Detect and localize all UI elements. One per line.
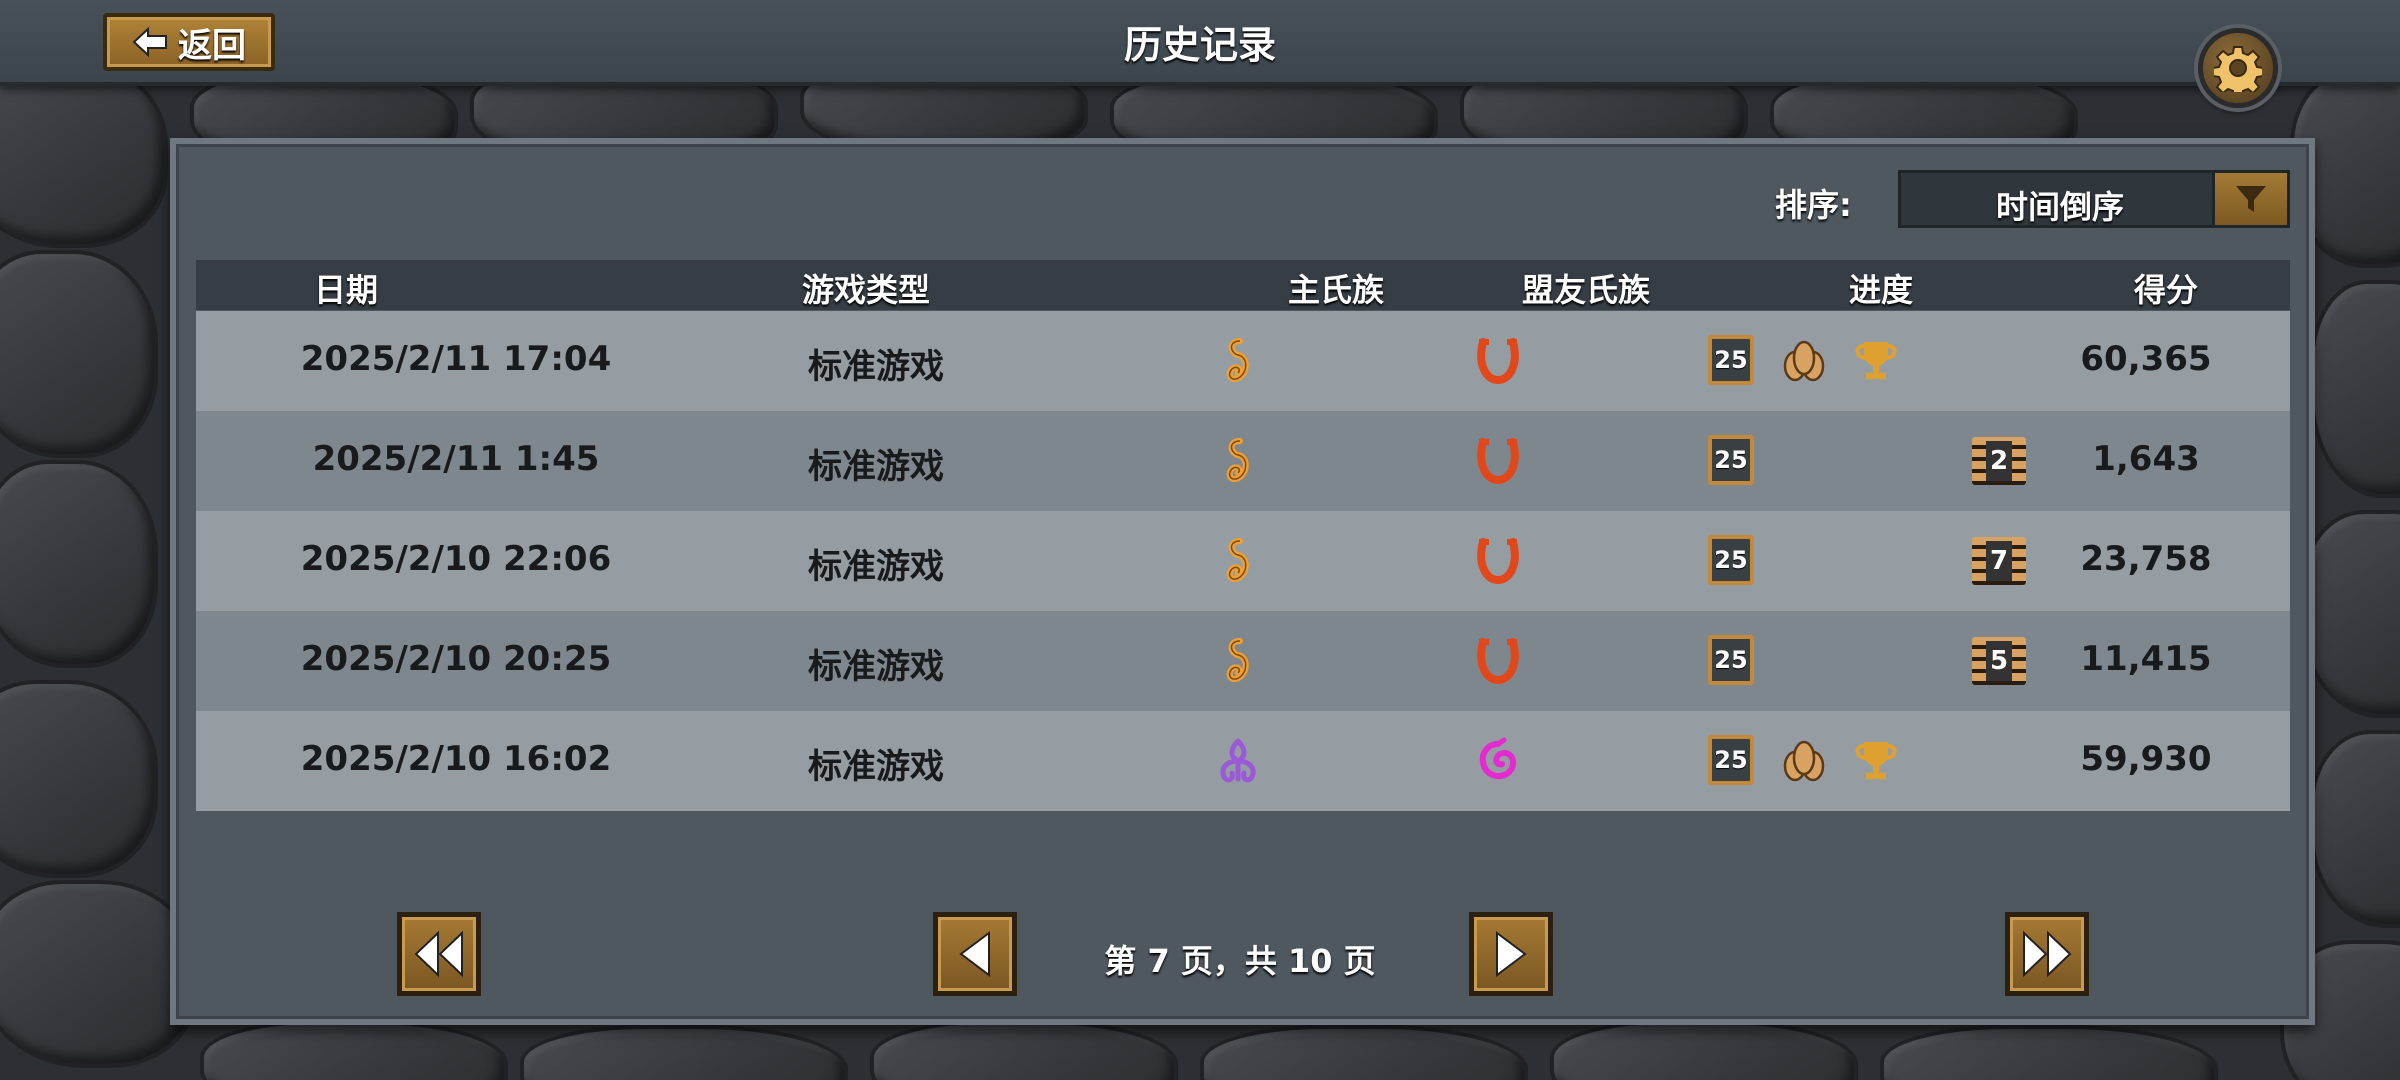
red-horseshoe-clan-icon: [1470, 633, 1526, 689]
level-badge: 25: [1708, 535, 1754, 585]
next-page-button[interactable]: [1469, 912, 1553, 996]
table-row[interactable]: 2025/2/11 1:45 标准游戏 25 2 1,643: [196, 411, 2290, 511]
level-badge: 25: [1708, 735, 1754, 785]
sort-value: 时间倒序: [1995, 188, 2124, 226]
column-date: 日期: [313, 271, 378, 309]
purple-clan-icon: [1210, 733, 1266, 789]
orange-clan-icon: [1210, 333, 1266, 389]
table-row[interactable]: 2025/2/10 20:25 标准游戏 25 5 11,415: [196, 611, 2290, 711]
row-score: 59,930: [2080, 739, 2212, 779]
row-game-type: 标准游戏: [808, 447, 944, 487]
level-badge: 25: [1708, 435, 1754, 485]
double-arrow-left-icon: [414, 930, 463, 978]
row-score: 11,415: [2080, 639, 2212, 679]
level-badge: 25: [1708, 335, 1754, 385]
back-label: 返回: [178, 25, 246, 66]
row-date: 2025/2/10 22:06: [300, 539, 612, 579]
first-page-button[interactable]: [397, 912, 481, 996]
red-horseshoe-clan-icon: [1470, 533, 1526, 589]
column-game-type: 游戏类型: [801, 271, 930, 309]
last-page-button[interactable]: [2005, 912, 2089, 996]
trophy-icon: [1848, 333, 1904, 389]
row-game-type: 标准游戏: [808, 547, 944, 587]
red-horseshoe-clan-icon: [1470, 333, 1526, 389]
orange-clan-icon: [1210, 633, 1266, 689]
arrow-left-icon: [132, 27, 167, 57]
sort-dropdown[interactable]: 时间倒序: [1898, 170, 2290, 228]
row-game-type: 标准游戏: [808, 347, 944, 387]
row-score: 60,365: [2080, 339, 2212, 379]
arrow-right-icon: [1496, 931, 1527, 977]
row-date: 2025/2/10 16:02: [300, 739, 612, 779]
prev-page-button[interactable]: [933, 912, 1017, 996]
table-header: 日期 游戏类型 主氏族 盟友氏族 进度 得分: [196, 260, 2290, 310]
row-date: 2025/2/11 17:04: [300, 339, 612, 379]
page-title: 历史记录: [1123, 23, 1276, 67]
column-progress: 进度: [1848, 271, 1913, 309]
column-score: 得分: [2133, 271, 2198, 309]
page-indicator: 第 7 页，共 10 页: [1104, 942, 1376, 980]
gear-icon: [2214, 46, 2262, 92]
row-game-type: 标准游戏: [808, 647, 944, 687]
top-bar: 历史记录: [0, 0, 2400, 86]
pink-spiral-clan-icon: [1470, 733, 1526, 789]
table-row[interactable]: 2025/2/10 16:02 标准游戏 25 59,930: [196, 711, 2290, 811]
filter-dropdown-icon: [2212, 173, 2287, 225]
orange-clan-icon: [1210, 533, 1266, 589]
row-date: 2025/2/11 1:45: [312, 439, 600, 479]
table-row[interactable]: 2025/2/11 17:04 标准游戏 25 60,365: [196, 311, 2290, 411]
row-date: 2025/2/10 20:25: [300, 639, 612, 679]
level-badge: 25: [1708, 635, 1754, 685]
settings-button[interactable]: [2198, 28, 2278, 108]
table-row[interactable]: 2025/2/10 22:06 标准游戏 25 7 23,758: [196, 511, 2290, 611]
column-ally-clan: 盟友氏族: [1521, 271, 1650, 309]
red-horseshoe-clan-icon: [1470, 433, 1526, 489]
row-score: 1,643: [2092, 439, 2200, 479]
row-game-type: 标准游戏: [808, 747, 944, 787]
stone-pile-icon: [1776, 733, 1832, 789]
stone-pile-icon: [1776, 333, 1832, 389]
column-main-clan: 主氏族: [1287, 271, 1384, 309]
orange-clan-icon: [1210, 433, 1266, 489]
double-arrow-right-icon: [2023, 930, 2072, 978]
row-score: 23,758: [2080, 539, 2212, 579]
trophy-icon: [1848, 733, 1904, 789]
arrow-left-icon: [959, 931, 990, 977]
back-button[interactable]: 返回: [103, 13, 275, 71]
sort-label: 排序:: [1775, 186, 1852, 224]
